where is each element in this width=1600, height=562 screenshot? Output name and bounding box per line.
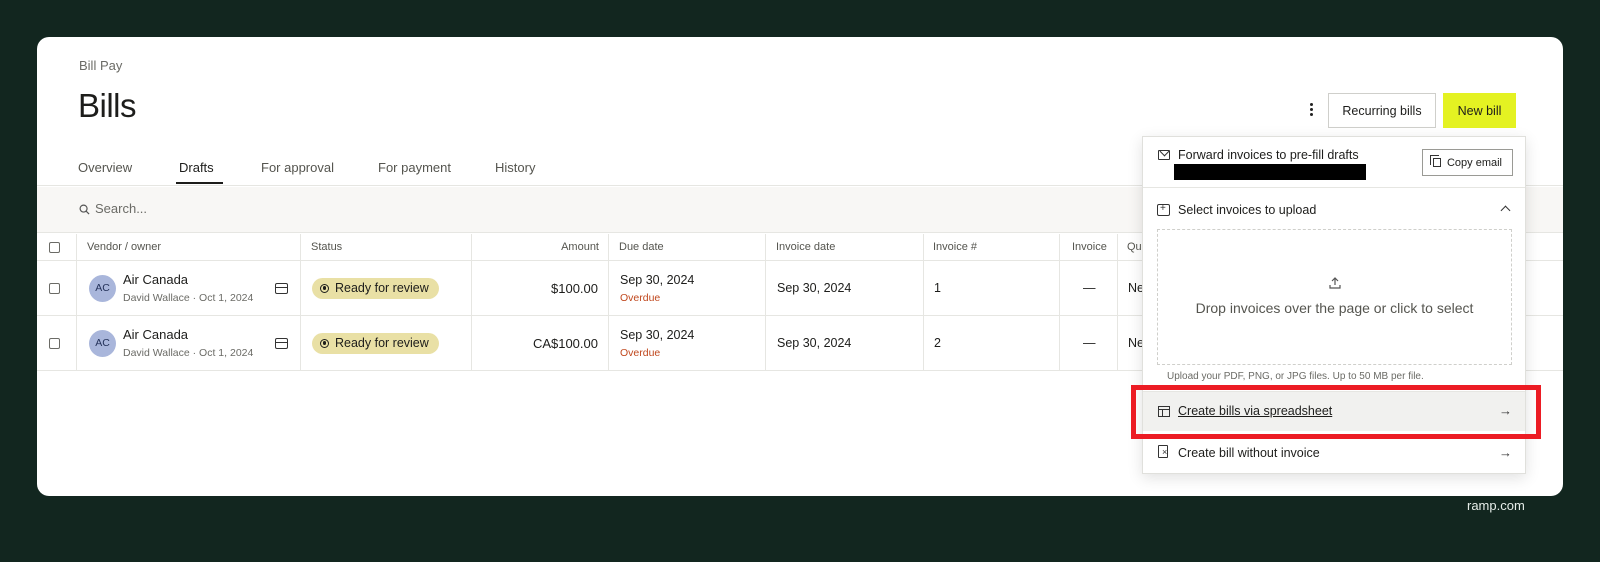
due-date: Sep 30, 2024 (620, 327, 695, 342)
new-bill-button[interactable]: New bill (1443, 93, 1516, 128)
tab-drafts[interactable]: Drafts (179, 160, 214, 175)
vendor-name: Air Canada (123, 272, 189, 287)
dropzone-text: Drop invoices over the page or click to … (1195, 300, 1474, 316)
radio-dot-icon (320, 283, 329, 293)
chevron-up-icon[interactable] (1500, 205, 1511, 216)
status-badge: Ready for review (312, 332, 439, 354)
overdue-label: Overdue (620, 346, 661, 359)
search-input[interactable] (95, 201, 395, 216)
page-title: Bills (78, 87, 137, 124)
recurring-bills-button[interactable]: Recurring bills (1328, 93, 1436, 128)
due-date: Sep 30, 2024 (620, 272, 695, 287)
select-invoices-label: Select invoices to upload (1178, 203, 1317, 217)
column-header-invoice[interactable]: Invoice (1072, 234, 1107, 260)
search-icon (79, 204, 90, 215)
column-header-invoice-number[interactable]: Invoice # (933, 234, 977, 260)
table-icon (1158, 406, 1170, 417)
vendor-name: Air Canada (123, 327, 189, 342)
column-header-invoice-date[interactable]: Invoice date (776, 234, 835, 260)
status-badge: Ready for review (312, 277, 439, 299)
copy-icon (1429, 155, 1441, 167)
arrow-right-icon: → (1499, 403, 1512, 418)
upload-hint: Upload your PDF, PNG, or JPG files. Up t… (1167, 371, 1424, 382)
amount: CA$100.00 (532, 335, 598, 351)
active-tab-indicator (176, 182, 223, 184)
redacted-email (1174, 164, 1366, 180)
row-checkbox[interactable] (49, 282, 60, 294)
invoice-date: Sep 30, 2024 (777, 281, 852, 295)
invoice-attachment: — (1083, 281, 1096, 295)
select-invoices-header[interactable]: Select invoices to upload (1143, 188, 1525, 232)
column-header-vendor[interactable]: Vendor / owner (87, 234, 161, 260)
select-all-checkbox[interactable] (49, 241, 60, 253)
bills-card: Bill Pay Bills Recurring bills New bill … (37, 37, 1563, 496)
invoice-date: Sep 30, 2024 (777, 336, 852, 350)
without-invoice-label: Create bill without invoice (1178, 446, 1320, 460)
avatar: AC (89, 329, 116, 357)
forward-invoices-label: Forward invoices to pre-fill drafts (1178, 148, 1359, 162)
row-checkbox[interactable] (49, 337, 60, 349)
tab-overview[interactable]: Overview (78, 160, 132, 175)
ramp-watermark: ramp.com (1467, 498, 1525, 513)
more-options-icon[interactable] (1303, 99, 1319, 119)
invoice-number: 1 (934, 281, 941, 295)
owner-date: David Wallace · Oct 1, 2024 (123, 292, 254, 304)
create-bill-without-invoice[interactable]: Create bill without invoice → (1143, 433, 1525, 473)
tab-for-approval[interactable]: For approval (261, 160, 334, 175)
create-bills-via-spreadsheet[interactable]: Create bills via spreadsheet → (1143, 391, 1525, 431)
avatar: AC (89, 274, 116, 302)
mail-icon (1158, 150, 1170, 160)
forward-invoices-section: Forward invoices to pre-fill drafts Copy… (1143, 137, 1525, 188)
new-bill-dropdown: Forward invoices to pre-fill drafts Copy… (1142, 136, 1526, 474)
invoice-dropzone[interactable]: Drop invoices over the page or click to … (1157, 229, 1512, 365)
column-header-amount[interactable]: Amount (471, 234, 599, 260)
amount: $100.00 (551, 280, 598, 296)
invoice-attachment: — (1083, 336, 1096, 350)
credit-card-icon (275, 282, 288, 294)
arrow-right-icon: → (1499, 445, 1512, 460)
radio-dot-icon (320, 338, 329, 348)
document-x-icon (1158, 445, 1168, 458)
folder-upload-icon (1157, 202, 1170, 216)
column-header-due-date[interactable]: Due date (619, 234, 664, 260)
breadcrumb[interactable]: Bill Pay (79, 58, 122, 73)
spreadsheet-label: Create bills via spreadsheet (1178, 404, 1333, 418)
column-header-status[interactable]: Status (311, 234, 342, 260)
upload-icon (1329, 277, 1341, 289)
owner-date: David Wallace · Oct 1, 2024 (123, 347, 254, 359)
credit-card-icon (275, 337, 288, 349)
tab-history[interactable]: History (495, 160, 535, 175)
overdue-label: Overdue (620, 291, 661, 304)
tab-for-payment[interactable]: For payment (378, 160, 451, 175)
copy-email-button[interactable]: Copy email (1422, 149, 1513, 176)
invoice-number: 2 (934, 336, 941, 350)
